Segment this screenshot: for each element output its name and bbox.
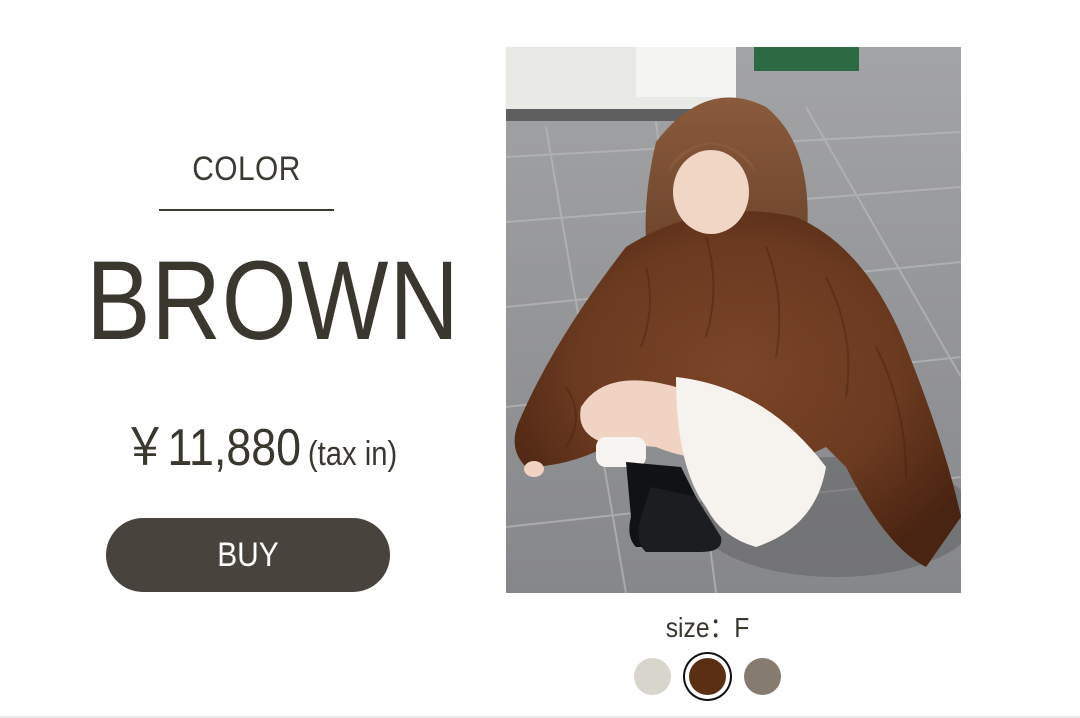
color-heading: COLOR	[192, 150, 301, 188]
swatch-gray-brown[interactable]	[744, 658, 781, 695]
size-separator: ：	[709, 612, 735, 643]
price-tax-note: (tax in)	[307, 435, 398, 473]
color-heading-underline	[159, 209, 334, 211]
buy-button-label: BUY	[217, 535, 279, 574]
swatch-brown[interactable]	[689, 658, 726, 695]
color-swatches	[630, 652, 786, 702]
size-info: size：F	[631, 606, 785, 646]
buy-button[interactable]: BUY	[106, 518, 390, 592]
swatch-beige[interactable]	[634, 658, 671, 695]
color-name: BROWN	[86, 238, 460, 363]
price-amount: ￥11,880	[122, 419, 301, 477]
product-photo-image	[506, 47, 961, 593]
price: ￥11,880 (tax in)	[114, 405, 406, 480]
product-color-panel: COLOR BROWN ￥11,880 (tax in) BUY size：F	[0, 0, 1080, 718]
size-label: size	[665, 612, 710, 643]
size-value: F	[734, 612, 750, 643]
product-photo	[506, 47, 961, 593]
